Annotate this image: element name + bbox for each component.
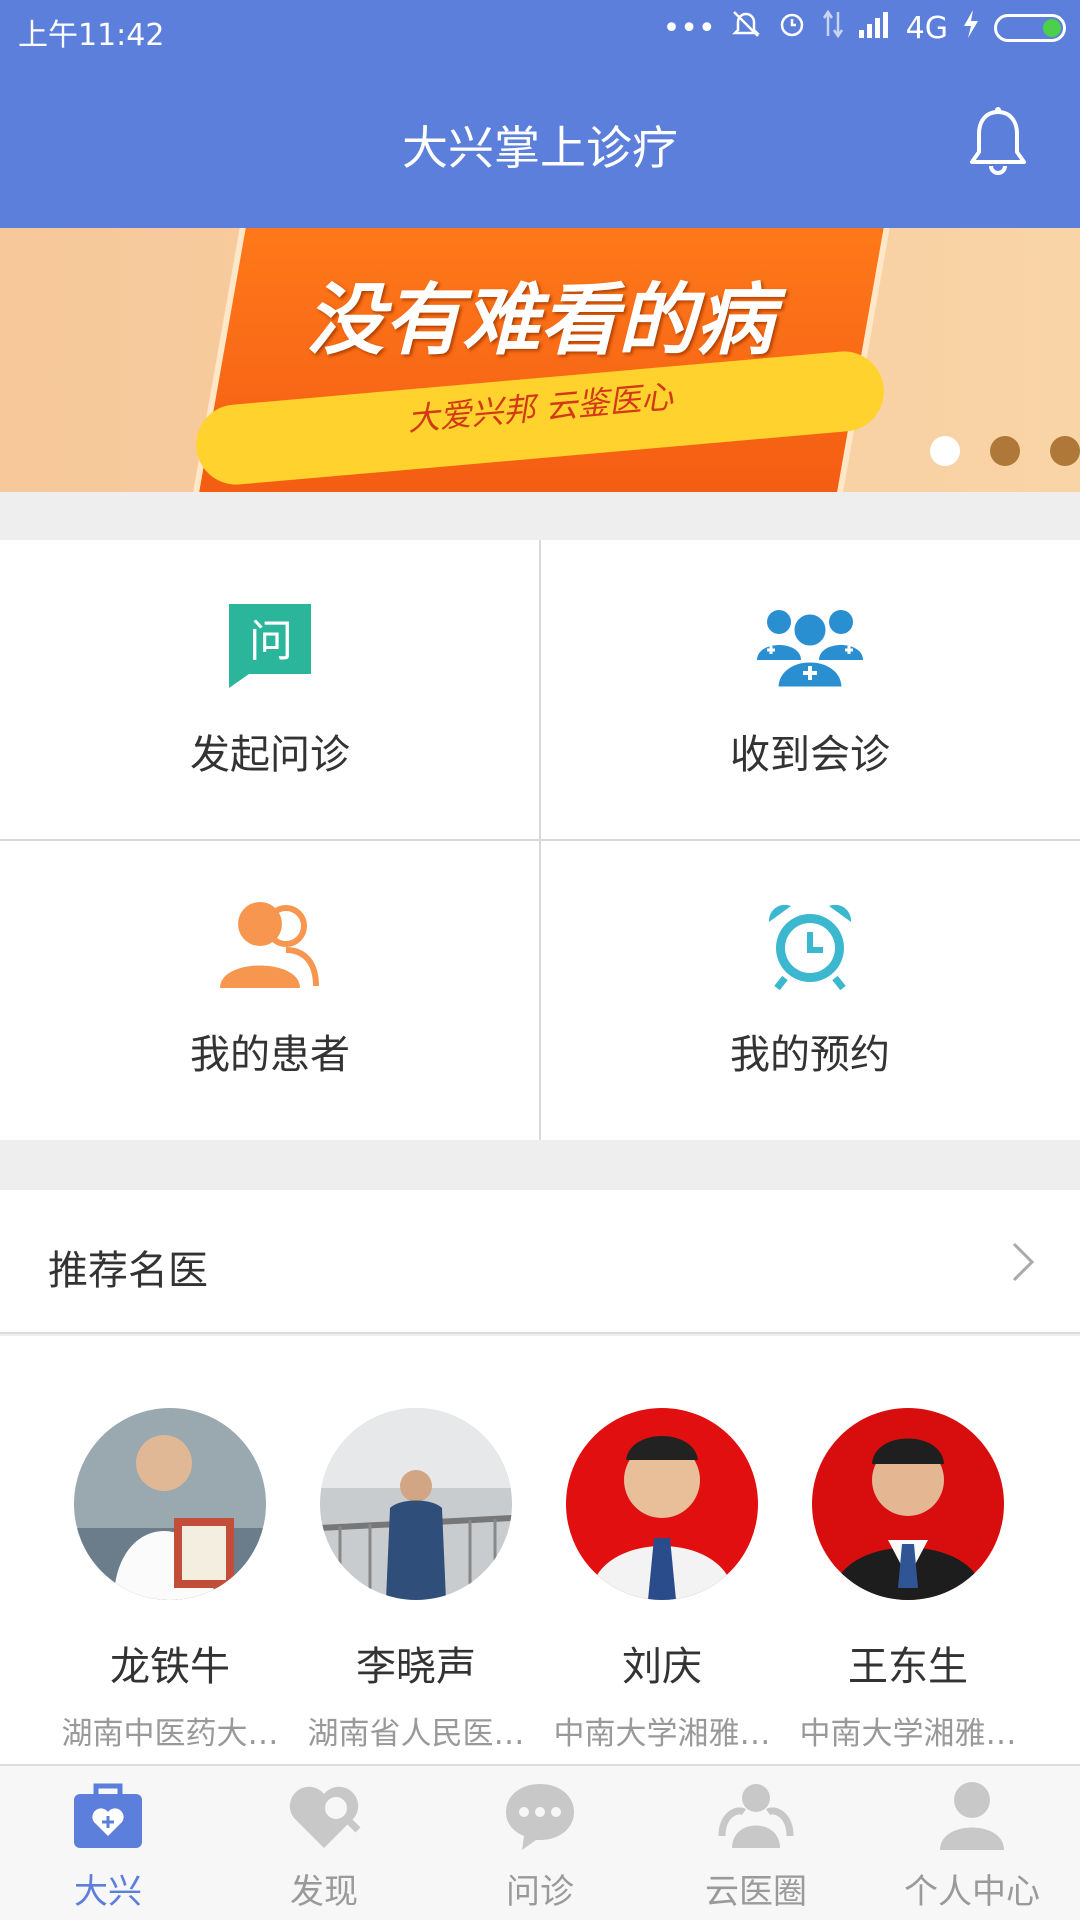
start-consult-button[interactable]: 问 发起问诊 bbox=[0, 540, 540, 840]
doctor-name: 龙铁牛 bbox=[110, 1644, 230, 1690]
alarm-clock-icon bbox=[768, 904, 852, 990]
signal-icon bbox=[858, 10, 892, 46]
doctor-list: 龙铁牛 湖南中医药大… 李晓声 湖南省人民医… 刘庆 中南大学湘雅… 王东生 中… bbox=[0, 1336, 1080, 1764]
carousel-dot[interactable] bbox=[990, 436, 1020, 466]
header: 上午11:42 ••• 4G 大兴掌上诊疗 bbox=[0, 0, 1080, 228]
patients-icon bbox=[220, 902, 319, 988]
avatar bbox=[74, 1408, 266, 1600]
carousel-indicator bbox=[930, 436, 1080, 466]
page-title: 大兴掌上诊疗 bbox=[402, 121, 678, 175]
battery-icon bbox=[994, 14, 1066, 42]
carousel-dot[interactable] bbox=[1050, 436, 1080, 466]
mute-icon bbox=[730, 8, 762, 48]
tab-daxing[interactable]: 大兴 bbox=[0, 1766, 216, 1920]
notification-bell-icon[interactable] bbox=[966, 106, 1030, 178]
tab-label: 个人中心 bbox=[904, 1872, 1040, 1912]
doctor-hospital: 湖南中医药大… bbox=[61, 1716, 279, 1752]
doctor-name: 刘庆 bbox=[622, 1644, 702, 1690]
tab-label: 云医圈 bbox=[705, 1872, 807, 1912]
doctor-card[interactable]: 龙铁牛 湖南中医药大… bbox=[47, 1408, 293, 1752]
status-bar: 上午11:42 ••• 4G bbox=[0, 0, 1080, 60]
avatar bbox=[320, 1408, 512, 1600]
promo-banner[interactable]: 没有难看的病 大爱兴邦 云鉴医心 bbox=[0, 228, 1080, 492]
start-consult-label: 发起问诊 bbox=[190, 732, 350, 778]
tab-label: 发现 bbox=[290, 1872, 358, 1912]
tab-profile[interactable]: 个人中心 bbox=[864, 1766, 1080, 1920]
tab-consult[interactable]: 问诊 bbox=[432, 1766, 648, 1920]
data-transfer-icon bbox=[822, 8, 844, 48]
app-root: 上午11:42 ••• 4G 大兴掌上诊疗 没有难看的病 大爱兴邦 云鉴医心 问… bbox=[0, 0, 1080, 1920]
charging-icon bbox=[962, 9, 980, 47]
my-appointments-label: 我的预约 bbox=[730, 1032, 890, 1078]
tab-cloud-circle[interactable]: 云医圈 bbox=[648, 1766, 864, 1920]
my-appointments-button[interactable]: 我的预约 bbox=[540, 840, 1080, 1140]
community-icon bbox=[718, 1784, 794, 1848]
doctor-hospital: 中南大学湘雅… bbox=[799, 1716, 1017, 1752]
alarm-status-icon bbox=[776, 8, 808, 48]
question-chat-icon: 问 bbox=[229, 604, 311, 688]
doctor-hospital: 中南大学湘雅… bbox=[553, 1716, 771, 1752]
carousel-dot[interactable] bbox=[930, 436, 960, 466]
medical-kit-icon bbox=[74, 1783, 142, 1848]
discover-icon bbox=[289, 1786, 361, 1848]
chevron-right-icon bbox=[1012, 1242, 1035, 1282]
doctor-card[interactable]: 刘庆 中南大学湘雅… bbox=[539, 1408, 785, 1752]
my-patients-label: 我的患者 bbox=[190, 1032, 350, 1078]
doctor-name: 王东生 bbox=[848, 1644, 968, 1690]
received-consultation-button[interactable]: 收到会诊 bbox=[540, 540, 1080, 840]
my-patients-button[interactable]: 我的患者 bbox=[0, 840, 540, 1140]
tab-label: 问诊 bbox=[506, 1872, 574, 1912]
status-icons: ••• 4G bbox=[663, 8, 1066, 48]
received-consultation-label: 收到会诊 bbox=[730, 732, 890, 778]
tab-discover[interactable]: 发现 bbox=[216, 1766, 432, 1920]
avatar bbox=[812, 1408, 1004, 1600]
section-title: 推荐名医 bbox=[48, 1248, 208, 1294]
tab-label: 大兴 bbox=[74, 1872, 142, 1912]
bottom-tab-bar: 大兴 发现 问诊 云医圈 个人中心 bbox=[0, 1764, 1080, 1920]
recommended-doctors-header[interactable]: 推荐名医 bbox=[0, 1190, 1080, 1334]
doctor-card[interactable]: 李晓声 湖南省人民医… bbox=[293, 1408, 539, 1752]
doctor-hospital: 湖南省人民医… bbox=[307, 1716, 525, 1752]
more-dots-icon: ••• bbox=[662, 10, 716, 46]
network-type: 4G bbox=[905, 10, 948, 46]
consultation-group-icon bbox=[757, 610, 863, 690]
action-grid: 问 发起问诊 收到会诊 我的患者 我的预约 bbox=[0, 540, 1080, 1140]
doctor-name: 李晓声 bbox=[356, 1644, 476, 1690]
status-time: 上午11:42 bbox=[18, 18, 165, 53]
profile-icon bbox=[940, 1782, 1004, 1850]
chat-bubble-icon bbox=[506, 1784, 574, 1850]
question-chat-icon-text: 问 bbox=[249, 616, 293, 667]
avatar bbox=[566, 1408, 758, 1600]
grid-divider bbox=[0, 839, 1080, 841]
doctor-card[interactable]: 王东生 中南大学湘雅… bbox=[785, 1408, 1031, 1752]
